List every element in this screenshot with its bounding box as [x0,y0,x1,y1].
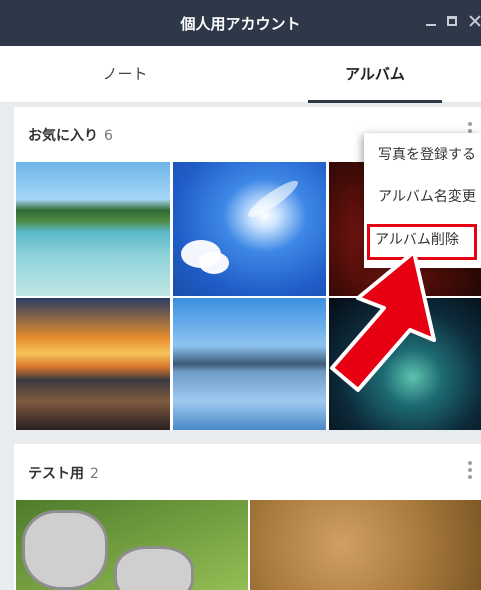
photo-thumbnail-mountain-lake[interactable] [173,298,326,430]
menu-item-label: アルバム削除 [375,232,459,248]
album-context-menu: 写真を登録する アルバム名変更 アルバム削除 [364,133,481,268]
maximize-icon[interactable] [447,16,457,26]
album-photo-count: 6 [104,128,113,144]
album-title[interactable]: お気に入り 6 [28,125,113,145]
photo-thumbnail-kittens[interactable] [16,500,248,590]
album-name[interactable]: テスト用 [28,466,84,482]
menu-item-add-photo[interactable]: 写真を登録する [364,137,481,173]
tab-bar: ノート アルバム [0,46,481,103]
album-title[interactable]: テスト用 2 [28,463,99,483]
album-photo-count: 2 [90,466,99,482]
menu-item-delete-album[interactable]: アルバム削除 [364,224,481,260]
menu-item-rename-album[interactable]: アルバム名変更 [364,179,481,215]
title-bar: 個人用アカウント [0,0,481,46]
photo-thumbnail-starry-sky[interactable] [329,298,481,430]
album-name[interactable]: お気に入り [28,128,98,144]
photo-thumbnail-gold-texture[interactable] [250,500,481,590]
minimize-icon[interactable] [426,16,436,26]
tab-album[interactable]: アルバム [300,46,450,103]
album-header: テスト用 2 [14,444,481,500]
photo-thumbnail-blue-sky[interactable] [173,162,326,296]
tab-note[interactable]: ノート [50,46,200,103]
window-title: 個人用アカウント [180,15,301,33]
close-icon[interactable] [470,16,481,26]
photo-thumbnail-sunset-lake[interactable] [16,298,170,430]
more-options-icon[interactable] [467,461,473,482]
photo-thumbnail-beach[interactable] [16,162,170,296]
